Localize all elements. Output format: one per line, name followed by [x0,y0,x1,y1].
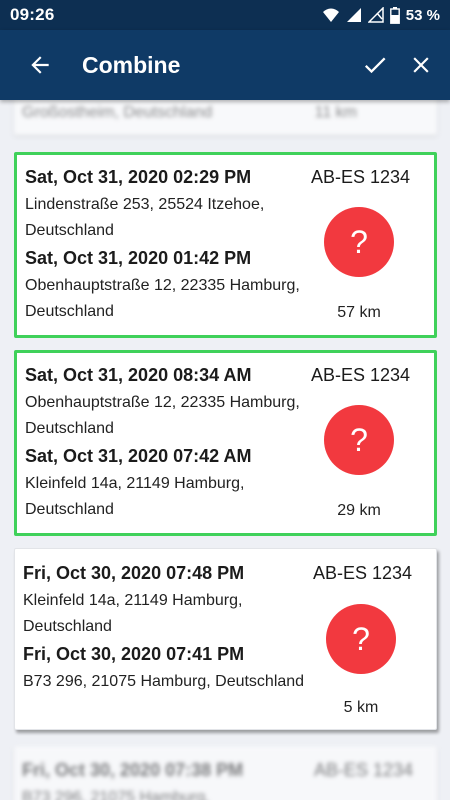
trip-card-selected[interactable]: Sat, Oct 31, 2020 02:29 PM AB-ES 1234 Li… [14,152,437,338]
vehicle-plate: AB-ES 1234 [312,563,412,583]
trip-status-button[interactable]: ? [324,207,394,277]
trip-start-time: Sat, Oct 31, 2020 08:34 AM [25,365,252,385]
close-icon [413,57,429,73]
trip-list[interactable]: Großostheim, Deutschland 11 km Sat, Oct … [0,100,450,800]
check-icon [364,57,386,74]
trip-card-selected[interactable]: Sat, Oct 31, 2020 08:34 AM AB-ES 1234 Ob… [14,350,437,536]
signal-icon-2 [367,7,384,23]
trip-card[interactable]: Fri, Oct 30, 2020 07:48 PM AB-ES 1234 Kl… [14,548,437,730]
trip-status-button[interactable]: ? [324,405,394,475]
signal-icon [346,7,362,23]
trip-end-address: B73 296, 21075 Hamburg, Deutschland [23,673,305,690]
status-bar: 09:26 53 % [0,0,450,30]
trip-status-button[interactable]: ? [326,604,396,674]
back-button[interactable] [8,30,72,100]
vehicle-plate: AB-ES 1234 [310,167,410,187]
wifi-icon [322,7,340,23]
status-time: 09:26 [10,5,55,24]
trip-end-address: Obenhauptstraße 12, 22335 Hamburg, Deuts… [25,277,300,320]
trip-start-address: Lindenstraße 253, 25524 Itzehoe, Deutsch… [25,196,265,239]
trip-end-time: Sat, Oct 31, 2020 01:42 PM [25,248,252,268]
app-bar: Combine [0,30,450,100]
trip-card-partial[interactable]: Großostheim, Deutschland 11 km [14,100,437,135]
trip-distance: 57 km [337,304,381,321]
page-title: Combine [82,51,181,78]
trip-start-time: Sat, Oct 31, 2020 02:29 PM [25,167,252,187]
vehicle-plate: AB-ES 1234 [310,365,410,385]
trip-start-time: Fri, Oct 30, 2020 07:48 PM [23,563,245,583]
trip-distance: 29 km [337,502,381,519]
trip-distance: 5 km [343,699,379,716]
trip-start-time: Fri, Oct 30, 2020 07:38 PM [22,760,244,780]
arrow-back-icon [31,56,49,74]
trip-end-time: Fri, Oct 30, 2020 07:41 PM [23,644,245,664]
trip-end-address: Kleinfeld 14a, 21149 Hamburg, Deutschlan… [25,475,245,518]
question-icon: ? [350,421,368,458]
trip-end-time: Sat, Oct 31, 2020 07:42 AM [25,446,252,466]
cancel-button[interactable] [398,30,444,100]
status-icons: 53 % [322,6,440,24]
trip-card-partial[interactable]: Fri, Oct 30, 2020 07:38 PM AB-ES 1234 B7… [14,746,437,800]
trip-start-address: B73 296, 21075 Hamburg, [22,789,210,800]
question-icon: ? [350,223,368,260]
battery-icon [389,6,400,24]
battery-percent: 53 % [405,6,440,24]
confirm-button[interactable] [352,30,398,100]
trip-start-address: Kleinfeld 14a, 21149 Hamburg, Deutschlan… [23,592,243,635]
question-icon: ? [352,620,370,657]
trip-distance: 11 km [314,104,357,121]
trip-start-address: Obenhauptstraße 12, 22335 Hamburg, Deuts… [25,394,300,437]
vehicle-plate: AB-ES 1234 [313,760,413,780]
trip-address: Großostheim, Deutschland [22,104,213,121]
